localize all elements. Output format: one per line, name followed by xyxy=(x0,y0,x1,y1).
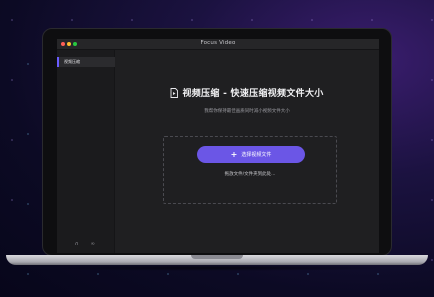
window-title: Focus Video xyxy=(200,40,236,46)
sidebar-footer: ∩ ∞ xyxy=(75,241,95,247)
laptop-base xyxy=(6,255,428,265)
laptop-screen: Focus Video 视频压缩 ∩ ∞ 视频压缩 - 快速压缩视频文件大小 我… xyxy=(42,28,392,256)
app-window: Focus Video 视频压缩 ∩ ∞ 视频压缩 - 快速压缩视频文件大小 我… xyxy=(57,39,379,253)
drop-hint: 拖放文件/文件夹到此处... xyxy=(224,172,276,177)
select-video-button-label: 选择视频文件 xyxy=(241,152,272,158)
title-bar: Focus Video xyxy=(57,39,379,50)
sidebar: 视频压缩 ∩ ∞ xyxy=(57,50,115,253)
laptop-base-notch xyxy=(191,255,243,259)
page-title: 视频压缩 - 快速压缩视频文件大小 xyxy=(182,89,324,99)
main-panel: 视频压缩 - 快速压缩视频文件大小 我帮你保持最佳画质同时减小视频文件大小 + … xyxy=(115,50,379,253)
headphones-icon[interactable]: ∩ xyxy=(75,241,79,247)
select-video-button[interactable]: + 选择视频文件 xyxy=(197,146,305,163)
link-icon[interactable]: ∞ xyxy=(91,241,95,247)
plus-icon: + xyxy=(230,149,238,159)
laptop-shadow xyxy=(40,265,394,271)
page-heading: 视频压缩 - 快速压缩视频文件大小 xyxy=(115,86,379,99)
sidebar-item-video-compress[interactable]: 视频压缩 xyxy=(57,57,115,67)
file-drop-zone[interactable]: + 选择视频文件 拖放文件/文件夹到此处... xyxy=(163,136,337,204)
page-subtitle: 我帮你保持最佳画质同时减小视频文件大小 xyxy=(204,109,290,114)
video-file-icon xyxy=(170,87,179,98)
